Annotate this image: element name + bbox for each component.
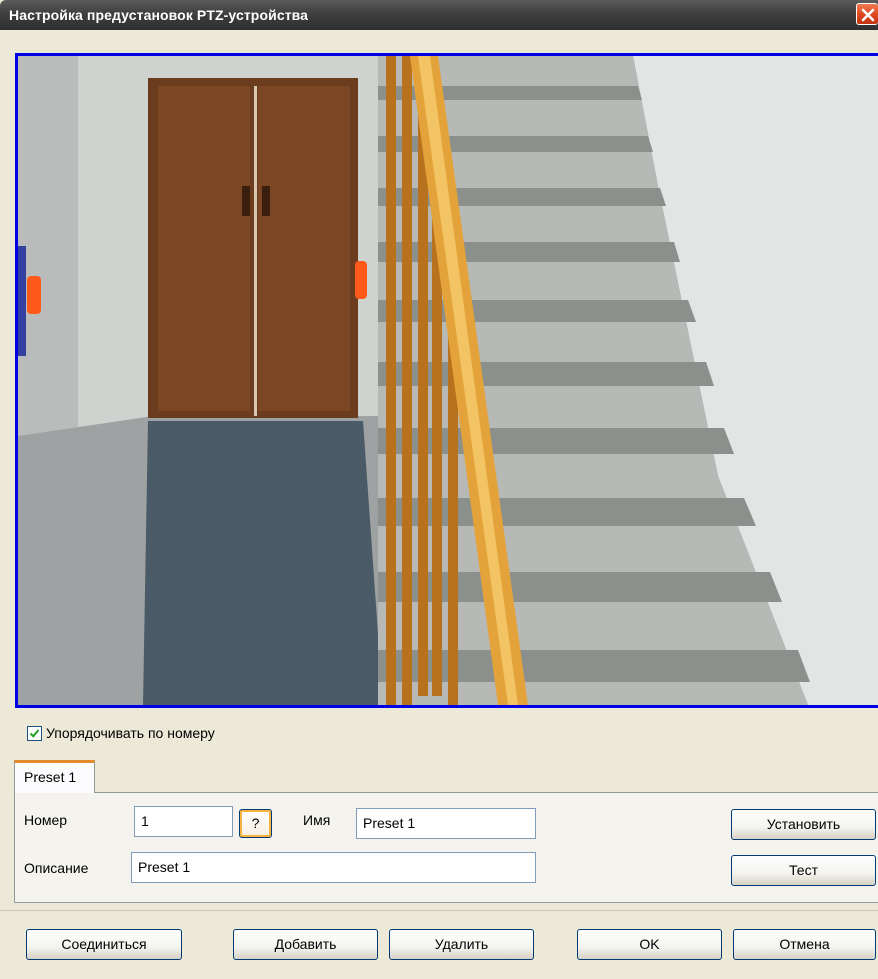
cancel-button[interactable]: Отмена (733, 929, 876, 960)
camera-video-view[interactable] (15, 53, 878, 708)
camera-image (18, 56, 878, 705)
checkmark-icon (29, 729, 40, 738)
help-button[interactable]: ? (239, 809, 272, 838)
set-preset-button[interactable]: Установить (731, 809, 876, 840)
tab-preset-1[interactable]: Preset 1 (14, 760, 95, 793)
name-field[interactable]: Preset 1 (356, 808, 536, 839)
delete-button[interactable]: Удалить (389, 929, 534, 960)
tab-label: Preset 1 (24, 769, 77, 785)
name-label: Имя (303, 812, 331, 828)
sort-by-number-label[interactable]: Упорядочивать по номеру (46, 725, 215, 741)
title-bar[interactable]: Настройка предустановок PTZ-устройства (0, 0, 878, 30)
number-label: Номер (24, 812, 68, 828)
close-button[interactable] (856, 3, 878, 25)
close-icon (861, 8, 875, 22)
sort-by-number-checkbox[interactable] (27, 726, 42, 741)
description-label: Описание (24, 860, 89, 876)
ok-button[interactable]: OK (577, 929, 722, 960)
number-field[interactable]: 1 (134, 806, 233, 837)
window-title: Настройка предустановок PTZ-устройства (9, 7, 309, 23)
connect-button[interactable]: Соединиться (26, 929, 182, 960)
add-button[interactable]: Добавить (233, 929, 378, 960)
test-preset-button[interactable]: Тест (731, 855, 876, 886)
ptz-preset-window: Настройка предустановок PTZ-устройства У… (0, 0, 878, 979)
description-field[interactable]: Preset 1 (131, 852, 536, 883)
